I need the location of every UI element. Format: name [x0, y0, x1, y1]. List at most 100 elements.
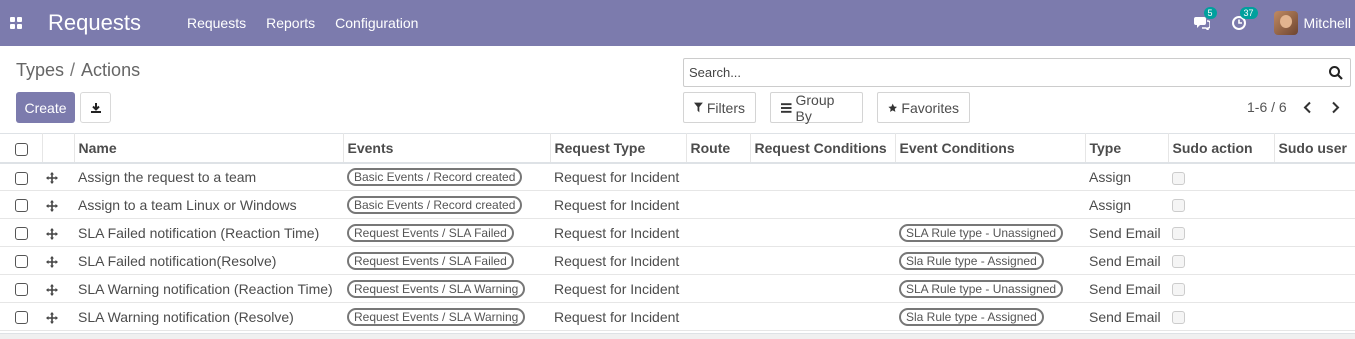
- user-name[interactable]: Mitchell: [1304, 15, 1351, 31]
- pager-value[interactable]: 1-6 / 6: [1247, 99, 1287, 115]
- cell-name: SLA Failed notification (Reaction Time): [78, 224, 320, 241]
- menu-reports[interactable]: Reports: [266, 15, 315, 31]
- column-header-request-conditions[interactable]: Request Conditions: [749, 133, 895, 163]
- star-icon: [888, 103, 898, 112]
- row-select-cell: [0, 275, 42, 303]
- avatar[interactable]: [1273, 11, 1298, 35]
- select-all-checkbox[interactable]: [15, 142, 28, 156]
- apps-grid-icon[interactable]: [10, 17, 22, 29]
- app-brand[interactable]: Requests: [48, 10, 141, 36]
- table-row[interactable]: SLA Failed notification (Reaction Time) …: [0, 219, 1355, 247]
- search-icon[interactable]: [1328, 65, 1344, 81]
- row-handle-cell: [42, 191, 74, 219]
- event-conditions-tag: Sla Rule type - Assigned: [899, 251, 1044, 270]
- download-button[interactable]: [80, 92, 111, 123]
- menu-configuration[interactable]: Configuration: [335, 15, 418, 31]
- search-input[interactable]: [684, 65, 1328, 80]
- event-conditions-tag: SLA Rule type - Unassigned: [899, 223, 1064, 242]
- cell-sudo-action: [1168, 191, 1274, 219]
- drag-handle-icon[interactable]: [46, 172, 58, 185]
- handle-header: [41, 133, 74, 163]
- column-header-route[interactable]: Route: [685, 133, 750, 163]
- favorites-button[interactable]: Favorites: [877, 92, 970, 123]
- messages-menu[interactable]: 5: [1193, 7, 1217, 30]
- event-conditions-tag: Sla Rule type - Assigned: [899, 307, 1044, 326]
- cell-request-type: Request for Incident: [554, 196, 680, 213]
- sudo-action-checkbox: [1172, 199, 1185, 213]
- row-select-cell: [0, 247, 42, 275]
- row-checkbox[interactable]: [15, 199, 28, 213]
- table-row[interactable]: SLA Warning notification (Reaction Time)…: [0, 275, 1355, 303]
- cell-event-conditions: Sla Rule type - Assigned: [895, 247, 1085, 275]
- cell-name: SLA Failed notification(Resolve): [78, 252, 277, 269]
- column-header-sudo-action[interactable]: Sudo action: [1167, 133, 1274, 163]
- drag-handle-icon[interactable]: [46, 311, 58, 324]
- cell-route: [686, 275, 750, 303]
- create-button[interactable]: Create: [16, 92, 75, 123]
- row-checkbox[interactable]: [15, 283, 28, 297]
- column-header-events[interactable]: Events: [342, 133, 550, 163]
- sudo-action-checkbox: [1172, 311, 1185, 325]
- filters-label: Filters: [706, 99, 745, 116]
- row-handle-cell: [42, 275, 74, 303]
- events-tag: Basic Events / Record created: [347, 195, 523, 214]
- column-header-sudo-user[interactable]: Sudo user: [1273, 133, 1355, 163]
- breadcrumb: Types / Actions: [16, 60, 140, 81]
- breadcrumb-current: Actions: [81, 60, 141, 80]
- row-checkbox[interactable]: [15, 171, 28, 185]
- select-all-cell: [0, 134, 42, 163]
- activities-menu[interactable]: 37: [1231, 7, 1258, 30]
- column-header-name[interactable]: Name: [73, 133, 343, 163]
- row-select-cell: [0, 163, 42, 191]
- cell-events: Request Events / SLA Failed: [343, 247, 550, 275]
- table-header-row: Name Events Request Type Route Request C…: [0, 133, 1355, 163]
- table-row[interactable]: Assign to a team Linux or Windows Basic …: [0, 191, 1355, 219]
- cell-sudo-action: [1168, 219, 1274, 247]
- group-by-button[interactable]: Group By: [770, 92, 863, 124]
- table-row[interactable]: SLA Failed notification(Resolve) Request…: [0, 247, 1355, 275]
- pager-next-button[interactable]: [1328, 99, 1342, 115]
- row-handle-cell: [42, 247, 74, 275]
- row-checkbox[interactable]: [15, 227, 28, 241]
- chevron-right-icon: [1331, 101, 1339, 113]
- row-handle-cell: [42, 219, 74, 247]
- events-tag: Request Events / SLA Warning: [347, 279, 526, 298]
- column-header-event-conditions[interactable]: Event Conditions: [894, 133, 1085, 163]
- cell-name: Assign the request to a team: [78, 168, 257, 185]
- row-checkbox[interactable]: [15, 255, 28, 269]
- activities-badge: 37: [1239, 7, 1258, 19]
- cell-route: [686, 219, 750, 247]
- drag-handle-icon[interactable]: [46, 199, 58, 212]
- search-bar: [683, 58, 1351, 87]
- cell-request-conditions: [750, 303, 895, 331]
- row-handle-cell: [42, 163, 74, 191]
- cell-request-type: Request for Incident: [554, 168, 680, 185]
- filters-button[interactable]: Filters: [683, 92, 756, 123]
- breadcrumb-parent[interactable]: Types: [16, 60, 64, 80]
- row-checkbox[interactable]: [15, 311, 28, 325]
- cell-type: Assign: [1089, 196, 1132, 213]
- cell-request-type: Request for Incident: [554, 280, 680, 297]
- cell-type: Send Email: [1089, 252, 1161, 269]
- pager-previous-button[interactable]: [1300, 99, 1314, 115]
- cell-sudo-action: [1168, 163, 1274, 191]
- drag-handle-icon[interactable]: [46, 283, 58, 296]
- cell-event-conditions: [895, 163, 1085, 191]
- drag-handle-icon[interactable]: [46, 227, 58, 240]
- column-header-request-type[interactable]: Request Type: [549, 133, 686, 163]
- list-view: Name Events Request Type Route Request C…: [0, 133, 1355, 331]
- cell-event-conditions: SLA Rule type - Unassigned: [895, 275, 1085, 303]
- drag-handle-icon[interactable]: [46, 255, 58, 268]
- table-row[interactable]: SLA Warning notification (Resolve) Reque…: [0, 303, 1355, 331]
- table-row[interactable]: Assign the request to a team Basic Event…: [0, 163, 1355, 191]
- messages-badge: 5: [1203, 7, 1217, 19]
- menu-requests[interactable]: Requests: [187, 15, 246, 31]
- cell-request-conditions: [750, 247, 895, 275]
- favorites-label: Favorites: [901, 99, 959, 116]
- cell-sudo-action: [1168, 275, 1274, 303]
- column-header-type[interactable]: Type: [1084, 133, 1168, 163]
- sudo-action-checkbox: [1172, 227, 1185, 241]
- cell-route: [686, 163, 750, 191]
- cell-name: SLA Warning notification (Resolve): [78, 308, 294, 325]
- cell-sudo-user: [1274, 191, 1355, 219]
